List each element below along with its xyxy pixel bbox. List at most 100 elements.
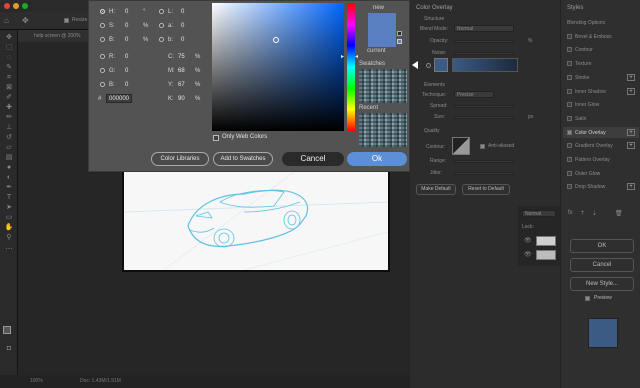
- color-mode-radio[interactable]: [159, 9, 164, 14]
- style-item[interactable]: Blending Options: [563, 17, 639, 28]
- hue-slider[interactable]: [347, 3, 355, 131]
- move-tool-icon[interactable]: ✥: [22, 16, 29, 25]
- field-value-input[interactable]: 0: [181, 22, 184, 30]
- style-checkbox[interactable]: [567, 170, 572, 176]
- field-value-input[interactable]: 67: [178, 81, 185, 89]
- blur-tool-icon[interactable]: ●: [4, 164, 14, 172]
- style-item[interactable]: Satin: [563, 113, 639, 124]
- style-item[interactable]: Texture: [563, 58, 639, 69]
- hex-input[interactable]: 000000: [106, 94, 132, 103]
- style-checkbox[interactable]: [567, 33, 572, 39]
- add-style-icon[interactable]: +: [627, 87, 635, 95]
- hue-slider-right-arrow-icon[interactable]: ◂: [355, 53, 358, 60]
- field-value-input[interactable]: 0: [181, 8, 184, 16]
- new-style-button[interactable]: New Style...: [570, 277, 634, 291]
- path-selection-tool-icon[interactable]: ➤: [4, 204, 14, 212]
- field-value-input[interactable]: 0: [125, 22, 128, 30]
- zoom-tool-icon[interactable]: ⚲: [4, 234, 14, 242]
- pen-tool-icon[interactable]: ✒: [4, 184, 14, 192]
- layer-thumbnail[interactable]: [536, 236, 556, 246]
- spread-slider[interactable]: [454, 105, 514, 108]
- technique-select[interactable]: Precise: [454, 91, 494, 98]
- recent-swatches-grid[interactable]: [359, 113, 407, 147]
- size-slider[interactable]: [454, 116, 514, 119]
- crop-tool-icon[interactable]: ⌗: [4, 74, 14, 82]
- fx-icon[interactable]: fx: [568, 210, 573, 216]
- style-checkbox[interactable]: [567, 74, 572, 80]
- layers-blend-select[interactable]: Normal: [522, 210, 556, 217]
- zoom-window-icon[interactable]: [22, 3, 28, 9]
- style-item[interactable]: Inner Shadow +: [563, 86, 639, 97]
- style-checkbox[interactable]: [567, 143, 572, 149]
- field-value-input[interactable]: 90: [178, 95, 185, 103]
- cancel-button[interactable]: Cancel: [570, 258, 634, 272]
- style-checkbox[interactable]: [567, 157, 572, 162]
- field-value-input[interactable]: 0: [125, 36, 128, 44]
- hand-tool-icon[interactable]: ✋: [4, 224, 14, 232]
- style-checkbox[interactable]: [567, 184, 572, 190]
- anti-aliased-checkbox[interactable]: [480, 144, 485, 149]
- gradient-tool-icon[interactable]: ▤: [4, 154, 14, 162]
- overlay-color-swatch[interactable]: [434, 58, 448, 72]
- field-value-input[interactable]: 0: [125, 67, 128, 75]
- saturation-brightness-field[interactable]: [212, 3, 344, 131]
- brush-tool-icon[interactable]: ✏: [4, 114, 14, 122]
- trash-icon[interactable]: 🗑: [615, 210, 623, 217]
- minimize-window-icon[interactable]: [13, 3, 19, 9]
- style-checkbox[interactable]: [567, 115, 572, 121]
- preview-checkbox[interactable]: [585, 296, 590, 301]
- opacity-slider[interactable]: [454, 40, 514, 43]
- field-value-input[interactable]: 0: [181, 36, 184, 44]
- range-slider[interactable]: [454, 160, 514, 163]
- make-default-button[interactable]: Make Default: [416, 184, 456, 195]
- cancel-button[interactable]: Cancel: [282, 152, 344, 166]
- quick-select-tool-icon[interactable]: ✎: [4, 64, 14, 72]
- blend-mode-select[interactable]: Normal: [454, 25, 514, 32]
- zoom-level[interactable]: 100%: [30, 375, 43, 388]
- document-canvas[interactable]: [122, 170, 390, 272]
- color-mode-radio[interactable]: [159, 37, 164, 42]
- layer-visibility-icon[interactable]: 👁: [524, 237, 532, 244]
- style-item[interactable]: Pattern Overlay: [563, 154, 639, 165]
- style-checkbox[interactable]: [567, 61, 572, 67]
- style-item[interactable]: Bevel & Emboss: [563, 31, 639, 42]
- color-field-cursor[interactable]: [273, 37, 279, 43]
- style-checkbox[interactable]: [567, 47, 572, 53]
- eyedropper-tool-icon[interactable]: ✐: [4, 94, 14, 102]
- swatches-grid[interactable]: [359, 69, 407, 103]
- color-mode-radio[interactable]: [100, 37, 105, 42]
- color-mode-radio[interactable]: [100, 9, 105, 14]
- quick-mask-icon[interactable]: ◘: [4, 345, 14, 353]
- color-mode-radio[interactable]: [100, 68, 105, 73]
- color-libraries-button[interactable]: Color Libraries: [151, 152, 209, 166]
- color-mode-radio[interactable]: [100, 54, 105, 59]
- style-item[interactable]: Stroke +: [563, 72, 639, 83]
- eraser-tool-icon[interactable]: ▱: [4, 144, 14, 152]
- close-window-icon[interactable]: [4, 3, 10, 9]
- style-item[interactable]: Outer Glow: [563, 168, 639, 179]
- field-value-input[interactable]: 0: [125, 8, 128, 16]
- style-checkbox[interactable]: [567, 88, 572, 94]
- history-brush-tool-icon[interactable]: ↺: [4, 134, 14, 142]
- more-tools-icon[interactable]: ⋯: [4, 246, 14, 254]
- web-safe-icon[interactable]: [397, 39, 402, 44]
- noise-slider[interactable]: [454, 52, 514, 55]
- gradient-radio[interactable]: [426, 63, 431, 68]
- field-value-input[interactable]: 0: [125, 81, 128, 89]
- options-checkbox[interactable]: [64, 18, 69, 23]
- style-item[interactable]: Contour: [563, 44, 639, 55]
- style-item[interactable]: Gradient Overlay +: [563, 140, 639, 151]
- reset-to-default-button[interactable]: Reset to Default: [462, 184, 510, 195]
- dodge-tool-icon[interactable]: ◐: [4, 174, 14, 182]
- style-checkbox[interactable]: [567, 102, 572, 108]
- layer-thumbnail[interactable]: [536, 250, 556, 260]
- field-value-input[interactable]: 68: [178, 67, 185, 75]
- only-web-colors-checkbox[interactable]: [213, 135, 219, 141]
- clone-stamp-tool-icon[interactable]: ⊥: [4, 124, 14, 132]
- hue-slider-left-arrow-icon[interactable]: ▸: [341, 53, 344, 60]
- ok-button[interactable]: Ok: [347, 152, 407, 166]
- add-style-icon[interactable]: +: [627, 128, 635, 136]
- arrow-up-icon[interactable]: ⇡: [580, 210, 585, 217]
- arrow-down-icon[interactable]: ⇣: [592, 210, 597, 217]
- lasso-tool-icon[interactable]: ◌: [4, 54, 14, 62]
